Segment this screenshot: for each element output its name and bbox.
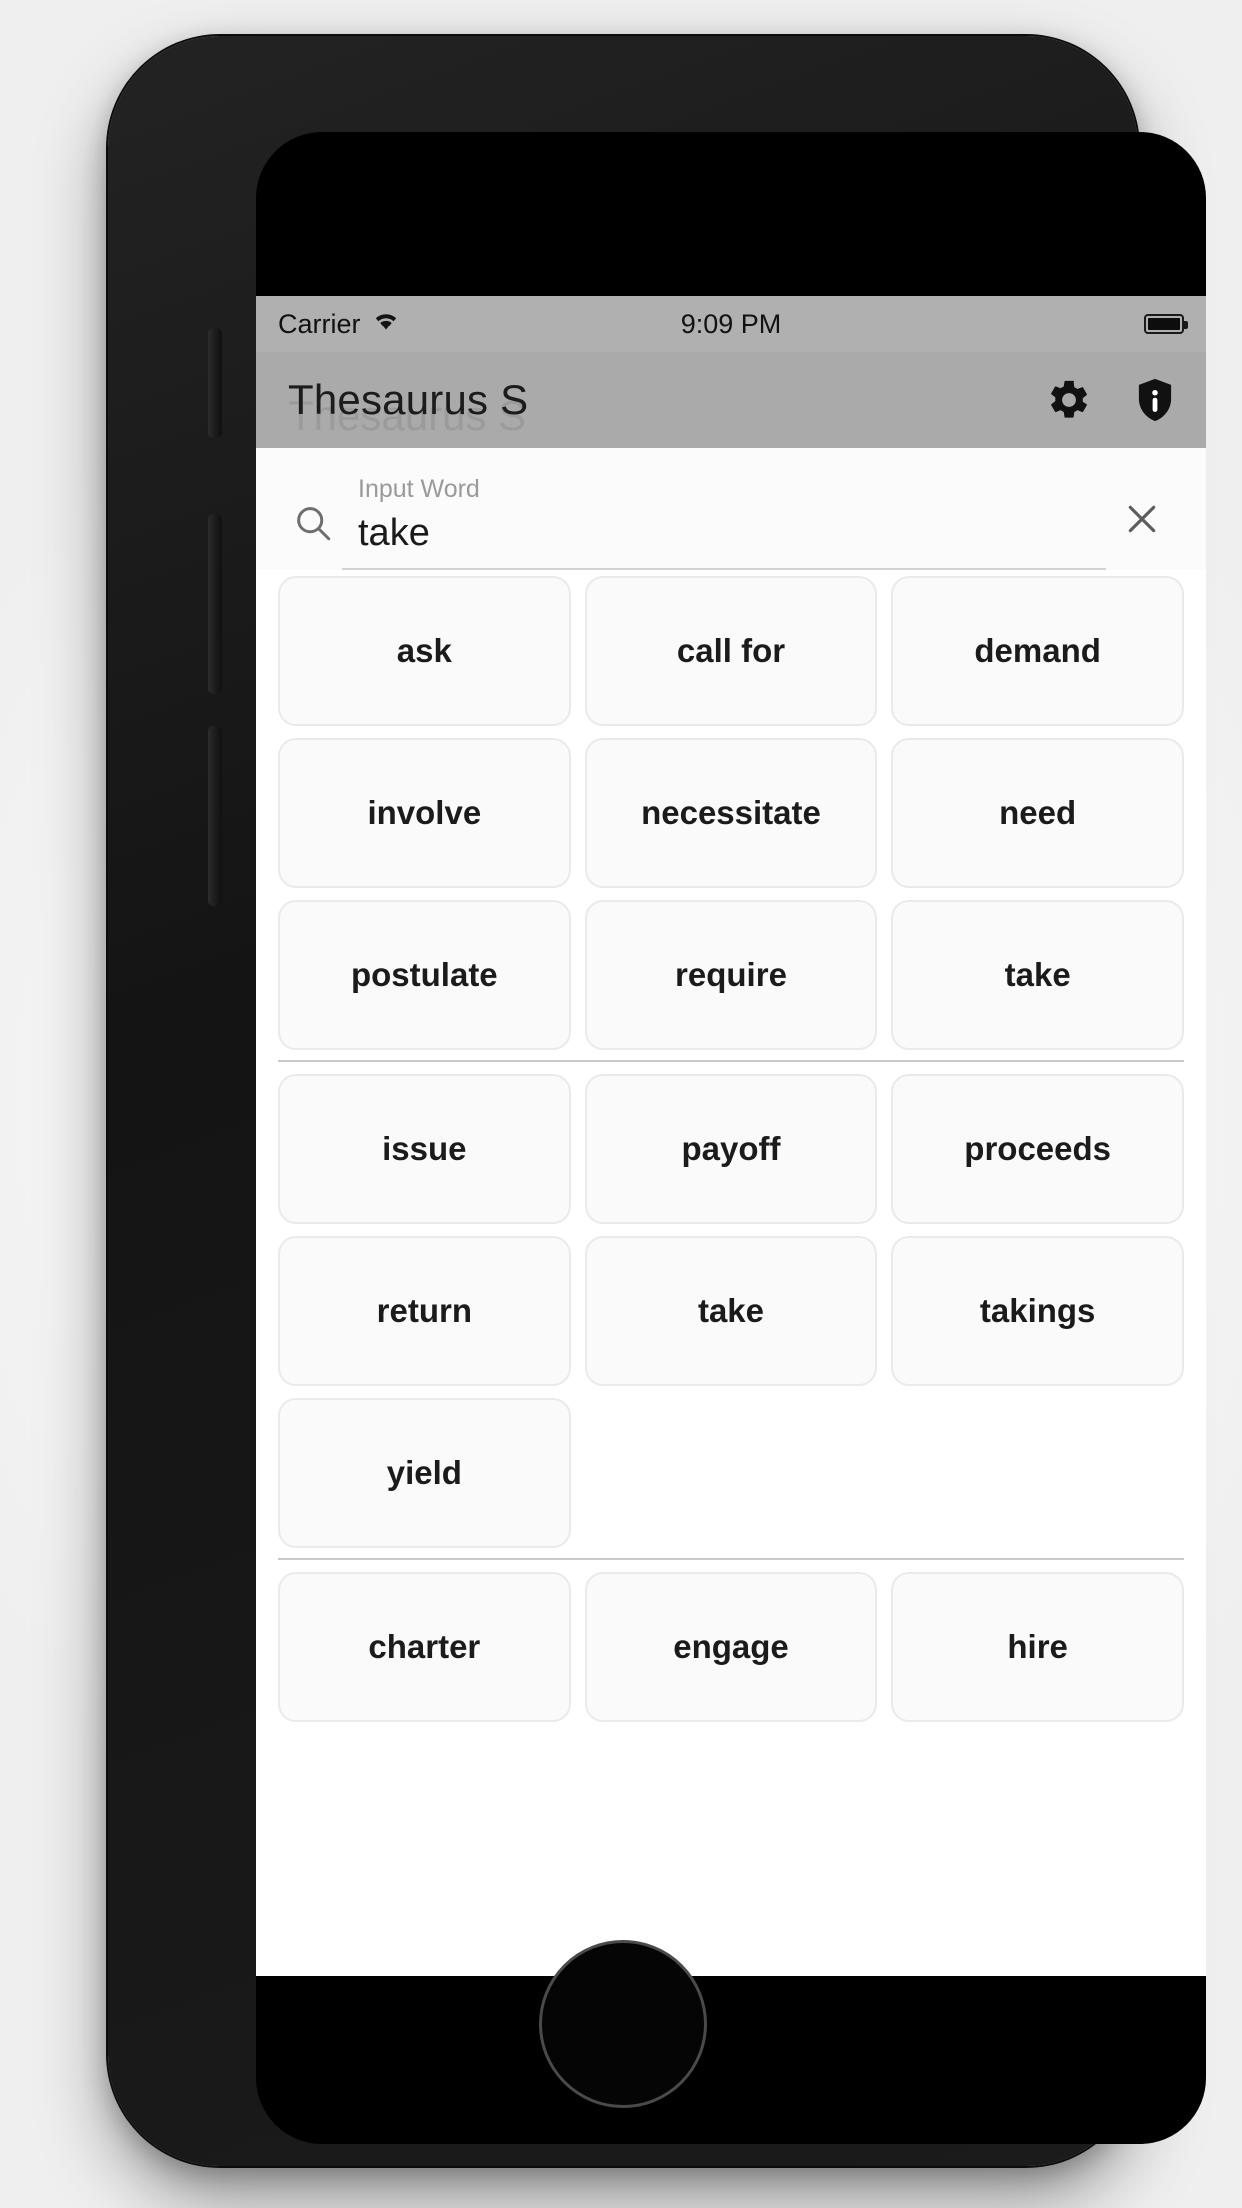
search-input-value[interactable]: take [358,510,1106,558]
gear-icon[interactable] [1046,377,1092,423]
search-icon [284,502,342,570]
navigation-bar: Thesaurus S Thesaurus S [256,352,1206,448]
synonym-chip-empty [891,1398,1184,1548]
home-button[interactable] [539,1940,707,2108]
search-input[interactable]: Input Word take [342,474,1106,570]
page-title: Thesaurus S Thesaurus S [288,376,529,437]
synonym-chip[interactable]: demand [891,575,1184,726]
synonym-grid: charter engage hire [278,1571,1184,1884]
synonym-grid: issue payoff proceeds return take takings yiel… [278,1073,1184,1548]
synonym-group: ask call for demand involve necessitate need p… [278,575,1184,1050]
page-backdrop: Carrier 9:09 PM Thesaurus S Thesaurus S … [0,0,1242,2208]
synonym-chip-empty [585,1398,878,1548]
synonym-chip[interactable]: return [278,1235,571,1386]
synonym-chip-empty [891,1734,1184,1884]
synonym-group: issue payoff proceeds return take takings yiel… [278,1059,1184,1548]
synonym-chip[interactable]: hire [891,1571,1184,1722]
synonym-chip[interactable]: require [584,899,878,1050]
synonym-results: ask call for demand involve necessitate need p… [256,569,1206,1884]
synonym-chip[interactable]: call for [584,575,878,726]
search-input-label: Input Word [358,475,480,503]
shield-info-icon[interactable] [1134,377,1180,423]
synonym-chip[interactable]: take [584,1235,878,1386]
synonym-chip-empty [278,1734,571,1884]
synonym-group: charter engage hire [278,1557,1184,1884]
clear-search-button[interactable] [1106,499,1178,570]
synonym-chip[interactable]: necessitate [584,737,878,888]
search-bar: Input Word take [256,448,1206,570]
synonym-chip[interactable]: payoff [584,1073,878,1224]
synonym-chip[interactable]: ask [278,575,571,726]
synonym-chip[interactable]: charter [278,1571,571,1722]
synonym-chip[interactable]: engage [584,1571,878,1722]
status-bar: Carrier 9:09 PM [256,296,1206,352]
phone-screen: Carrier 9:09 PM Thesaurus S Thesaurus S … [256,132,1206,2144]
phone-device-frame: Carrier 9:09 PM Thesaurus S Thesaurus S … [108,36,1206,2166]
synonym-chip[interactable]: takings [891,1235,1184,1386]
synonym-grid: ask call for demand involve necessitate need p… [278,575,1184,1050]
synonym-chip[interactable]: postulate [278,899,571,1050]
silent-switch-button[interactable] [208,328,222,438]
close-icon [1122,499,1162,544]
synonym-chip-empty [585,1734,878,1884]
status-bar-left: Carrier [278,309,401,340]
navigation-actions [1046,377,1180,423]
volume-up-button[interactable] [208,514,222,694]
wifi-icon [371,309,401,340]
synonym-chip[interactable]: proceeds [891,1073,1184,1224]
carrier-label: Carrier [278,308,361,339]
synonym-chip[interactable]: need [891,737,1184,888]
battery-full-icon [1144,314,1188,334]
synonym-chip[interactable]: issue [278,1073,571,1224]
page-title-label: Thesaurus S [288,376,529,423]
status-bar-right [1144,314,1188,334]
synonym-chip[interactable]: yield [278,1397,571,1548]
synonym-chip[interactable]: involve [278,737,571,888]
app-viewport: Carrier 9:09 PM Thesaurus S Thesaurus S … [256,296,1206,1976]
volume-down-button[interactable] [208,726,222,906]
synonym-chip[interactable]: take [891,899,1184,1050]
